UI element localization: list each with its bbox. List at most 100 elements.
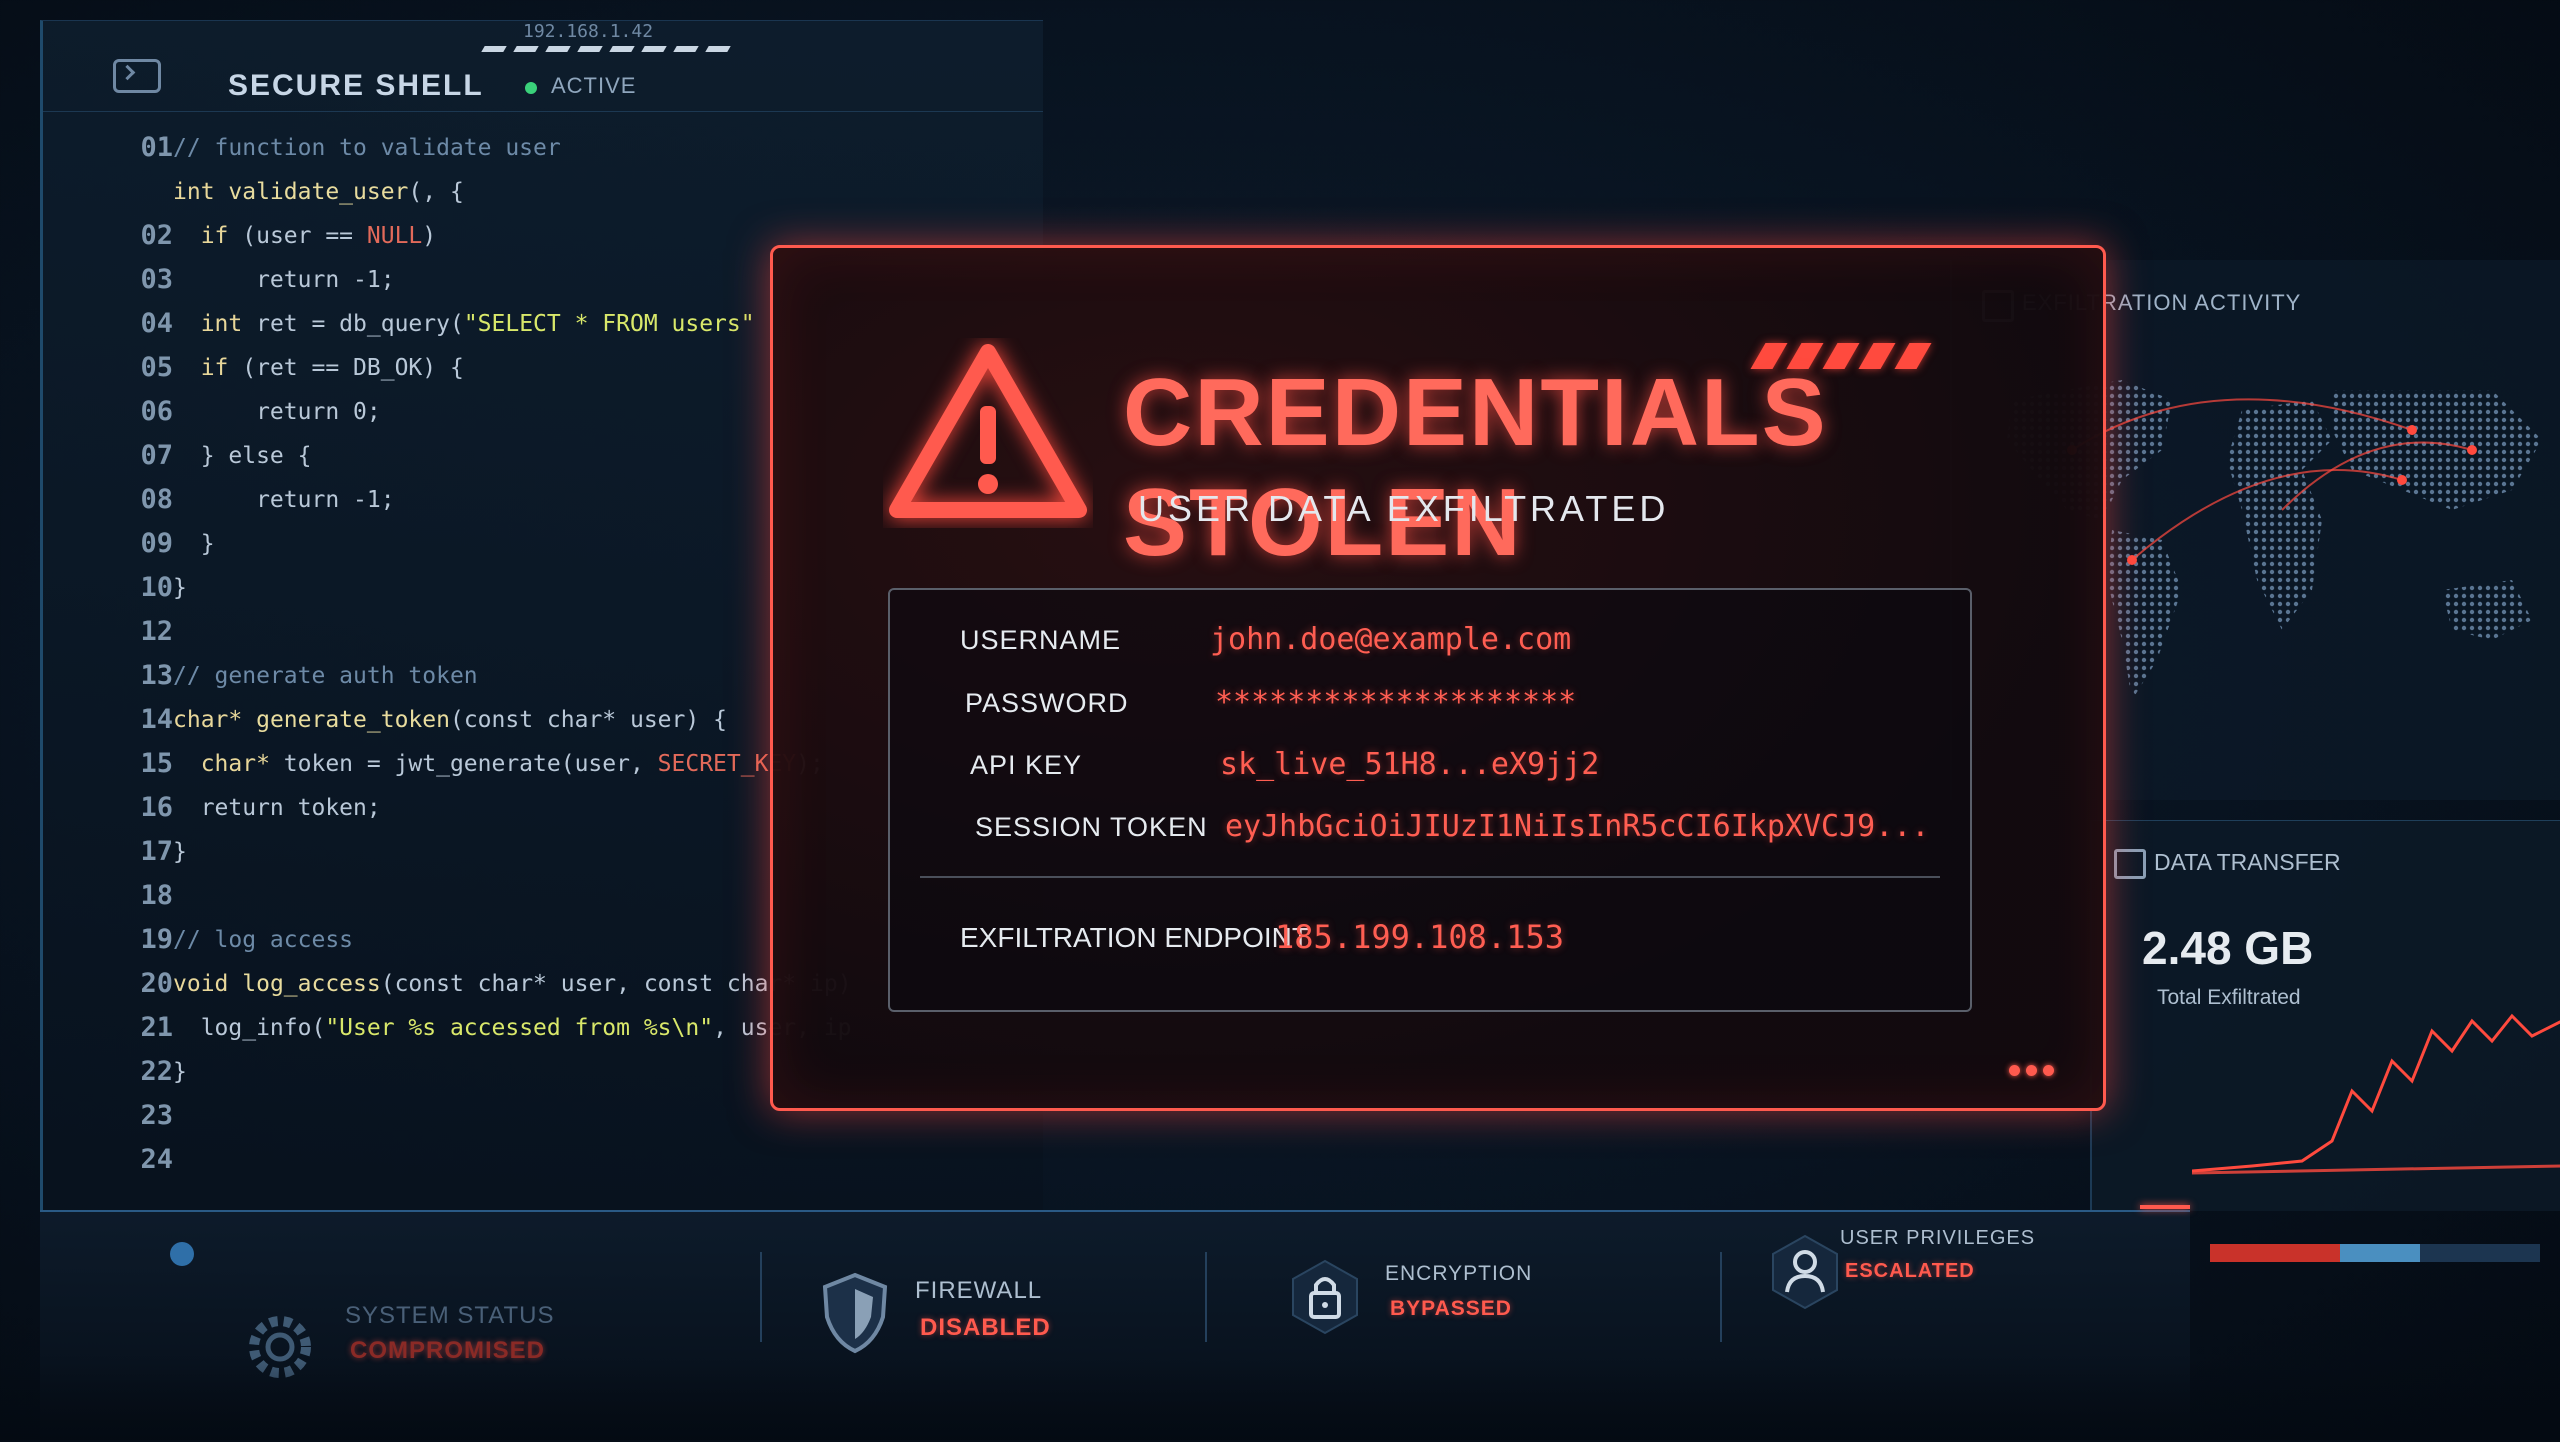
session-token-label: SESSION TOKEN [975, 812, 1208, 842]
line-number: 10 [140, 572, 173, 603]
line-number-gutter: 01 02 03 04 05 06 07 08 09 10 12 13 14 15 16 17 18 19 20 21… [93, 126, 173, 1182]
lock-icon [1292, 1259, 1358, 1335]
code-token: log_info( [173, 1015, 326, 1041]
bottom-fade [0, 1360, 2560, 1440]
user-icon [1772, 1234, 1838, 1310]
code-line: // function to validate user [173, 126, 1043, 170]
data-transfer-panel: DATA TRANSFER 2.48 GB Total Exfiltrated [2090, 820, 2560, 1211]
code-token: return -1; [173, 267, 395, 293]
api-key-value: sk_live_51H8...eX9jj2 [1220, 747, 1600, 782]
code-token: if [173, 223, 243, 249]
transfer-progress-bar [2210, 1244, 2540, 1262]
exfil-node [2397, 475, 2407, 485]
line-number: 12 [140, 616, 173, 647]
more-options-icon[interactable] [2003, 1063, 2054, 1081]
data-transfer-title: DATA TRANSFER [2154, 849, 2341, 875]
code-token: } [173, 575, 187, 601]
status-indicator-dot [170, 1242, 194, 1266]
line-number: 15 [140, 748, 173, 779]
shield-icon [822, 1272, 888, 1354]
transfer-amount: 2.48 GB [2142, 922, 2314, 974]
code-token: if [173, 355, 243, 381]
transfer-line [2192, 1013, 2560, 1173]
code-panel-status: ACTIVE [551, 73, 637, 98]
code-token: return token; [173, 795, 381, 821]
transfer-caption: Total Exfiltrated [2157, 986, 2301, 1009]
code-token: } [173, 839, 187, 865]
line-number: 23 [140, 1100, 173, 1131]
line-number: 07 [140, 440, 173, 471]
alert-subtitle: USER DATA EXFILTRATED [1138, 488, 1670, 529]
line-number: 20 [140, 968, 173, 999]
terminal-icon[interactable] [113, 59, 161, 93]
line-number: 05 [140, 352, 173, 383]
code-panel-title: SECURE SHELL [228, 69, 484, 102]
map-europe-africa [2227, 400, 2332, 630]
ip-address: 192.168.1.42 [523, 21, 654, 42]
line-number: 19 [140, 924, 173, 955]
firewall-label: FIREWALL [915, 1277, 1043, 1304]
status-separator [760, 1252, 762, 1342]
warning-icon [889, 344, 1087, 518]
credentials-divider [920, 876, 1940, 878]
user-privileges-label: USER PRIVILEGES [1840, 1227, 2036, 1249]
code-token: return -1; [173, 487, 395, 513]
code-token: int [173, 311, 257, 337]
status-separator [1720, 1252, 1722, 1342]
line-number: 16 [140, 792, 173, 823]
code-token: log_access [242, 971, 381, 997]
line-number: 14 [140, 704, 173, 735]
system-status-label: SYSTEM STATUS [345, 1302, 555, 1329]
line-number: 21 [140, 1012, 173, 1043]
line-number: 06 [140, 396, 173, 427]
password-label: PASSWORD [965, 688, 1129, 718]
credentials-stolen-alert[interactable]: CREDENTIALS STOLEN USER DATA EXFILTRATED… [770, 245, 2106, 1111]
code-token: return 0; [173, 399, 381, 425]
code-token: generate_token [256, 707, 450, 733]
line-number: 17 [140, 836, 173, 867]
map-south-america [2107, 530, 2182, 700]
exfil-node [2467, 445, 2477, 455]
firewall-value: DISABLED [920, 1314, 1051, 1341]
code-token: } [173, 531, 215, 557]
code-token: // generate auth token [173, 663, 478, 689]
password-value: ******************** [1215, 685, 1577, 720]
code-token: (const char* user) { [449, 707, 727, 733]
code-token: validate_user [228, 179, 409, 205]
code-token: } [173, 1059, 187, 1085]
code-token: "User %s accessed from %s\n" [325, 1015, 714, 1041]
status-separator [1205, 1252, 1207, 1342]
line-number: 08 [140, 484, 173, 515]
code-token: // log access [173, 927, 354, 953]
line-number: 04 [140, 308, 173, 339]
line-number: 22 [140, 1056, 173, 1087]
code-token: } else { [173, 443, 312, 469]
code-token: (, { [408, 179, 464, 205]
username-label: USERNAME [960, 625, 1122, 655]
exfiltration-endpoint-label: EXFILTRATION ENDPOINT [960, 922, 1309, 953]
exfil-node [2127, 555, 2137, 565]
map-asia [2332, 390, 2542, 510]
code-token: (ret == DB_OK) { [242, 355, 464, 381]
session-token-value: eyJhbGciOiJIUzI1NiIsInR5cCI6IkpXVCJ9... [1225, 809, 1930, 844]
code-token: token = jwt_generate(user, [283, 751, 658, 777]
code-token: ret = db_query( [256, 311, 464, 337]
encryption-value: BYPASSED [1390, 1297, 1512, 1320]
code-token: NULL [366, 223, 423, 249]
exfiltration-endpoint-value: 185.199.108.153 [1275, 918, 1564, 956]
code-token: char* [173, 707, 257, 733]
line-number: 13 [140, 660, 173, 691]
code-token: char* [173, 751, 284, 777]
alert-title: CREDENTIALS STOLEN [1123, 359, 1828, 576]
credentials-table: USERNAME john.doe@example.com PASSWORD *… [888, 588, 1972, 1012]
line-number [93, 170, 173, 214]
username-value: john.doe@example.com [1210, 622, 1572, 657]
code-token: // function to validate user [173, 135, 561, 161]
active-status-dot [525, 82, 537, 94]
map-oceania [2442, 580, 2532, 640]
code-token: void [173, 971, 243, 997]
line-number: 09 [140, 528, 173, 559]
line-number: 18 [140, 880, 173, 911]
server-icon [2114, 849, 2146, 879]
code-token: int [173, 179, 229, 205]
